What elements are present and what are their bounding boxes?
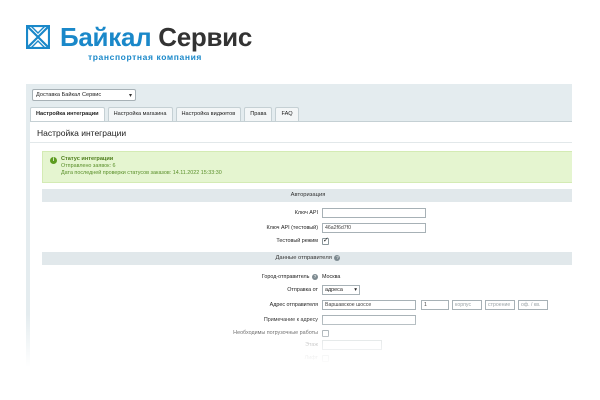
sender-address-row: Адрес отправителя Варшавское шоссе 1 кор… [30,300,572,310]
ship-from-row: Отправка от адреса ▾ [30,285,572,295]
api-key-test-label: Ключ API (тестовый) [266,225,318,231]
api-key-input[interactable] [322,208,426,218]
api-key-test-input[interactable]: 46a2f6d7f0 [322,223,426,233]
elevator-label: Лифт [304,355,318,361]
ship-from-value: адреса [325,287,343,293]
help-icon[interactable]: ? [334,255,341,261]
tab-permissions[interactable]: Права [244,107,273,121]
loading-work-checkbox[interactable] [322,330,329,337]
elevator-row: Лифт [30,353,572,363]
ship-from-label: Отправка от [287,287,318,293]
api-key-test-row: Ключ API (тестовый) 46a2f6d7f0 [30,223,572,233]
title-divider [30,142,572,143]
section-auth-title: Авторизация [290,192,326,198]
brand-name: Байкал Сервис [60,22,252,52]
site-select-value: Доставка Байкал Сервис [36,92,102,98]
brand-name-part1: Байкал [60,22,152,52]
help-icon[interactable]: ? [312,274,318,280]
chevron-down-icon: ▾ [128,93,132,99]
floor-label: Этаж [305,342,318,348]
chevron-down-icon: ▾ [354,287,357,293]
section-auth-heading: Авторизация [42,189,572,202]
address-office-input[interactable]: оф. / кв. [518,300,548,310]
floor-row: Этаж [30,340,572,350]
admin-panel: Доставка Байкал Сервис ▾ Настройка интег… [26,84,572,374]
tab-integration-settings[interactable]: Настройка интеграции [30,107,105,121]
sender-city-row: Город-отправитель ? Москва [30,272,572,282]
address-street-input[interactable]: Варшавское шоссе [322,300,416,310]
ship-from-select[interactable]: адреса ▾ [322,285,360,295]
address-note-row: Примечание к адресу [30,315,572,325]
address-note-input[interactable] [322,315,416,325]
page-title: Настройка интеграции [37,128,127,138]
test-mode-checkbox[interactable] [322,236,329,245]
api-key-label: Ключ API [294,210,318,216]
elevator-checkbox[interactable] [322,355,329,362]
address-building-input[interactable]: корпус [452,300,482,310]
logo-mark-icon [26,25,50,49]
brand-name-part2: Сервис [158,22,253,52]
sender-city-value: Москва [322,274,341,280]
tab-bar: Настройка интеграции Настройка магазина … [30,107,302,121]
status-sent-count: Отправлено заявок: 6 [61,163,116,169]
status-title: Статус интеграции [61,156,114,162]
sender-city-label: Город-отправитель ? [262,272,318,282]
test-mode-row: Тестовый режим [30,236,572,246]
section-sender-heading: Данные отправителя ? [42,252,572,265]
floor-input[interactable] [322,340,382,350]
integration-status-box: i Статус интеграции Отправлено заявок: 6… [42,151,572,183]
site-select[interactable]: Доставка Байкал Сервис ▾ [32,89,136,101]
sender-address-label: Адрес отправителя [269,302,318,308]
api-key-row: Ключ API [30,208,572,218]
loading-work-row: Необходимы погрузочные работы [30,328,572,338]
loading-work-label: Необходимы погрузочные работы [233,330,318,336]
address-house-input[interactable]: 1 [421,300,449,310]
tab-content: Настройка интеграции i Статус интеграции… [30,121,572,374]
brand-tagline: транспортная компания [88,52,202,62]
status-last-check: Дата последней проверки статусов заказов… [61,170,222,176]
tab-widget-settings[interactable]: Настройка виджетов [175,107,242,121]
section-sender-title: Данные отправителя [275,255,332,261]
brand-logo: Байкал Сервис транспортная компания [26,22,286,65]
address-note-label: Примечание к адресу [263,317,318,323]
address-structure-input[interactable]: строение [485,300,515,310]
sender-city-label-text: Город-отправитель [261,274,310,280]
tab-store-settings[interactable]: Настройка магазина [107,107,173,121]
tab-faq[interactable]: FAQ [275,107,299,121]
info-icon: i [50,157,57,164]
test-mode-label: Тестовый режим [276,238,318,244]
